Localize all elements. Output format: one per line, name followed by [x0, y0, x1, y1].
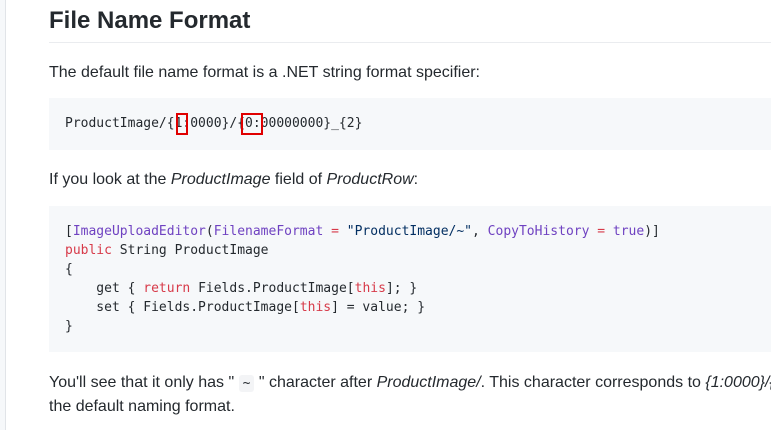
code-line-4: get { return Fields.ProductImage[this]; … [65, 279, 660, 298]
code-line-2: public String ProductImage [65, 241, 660, 260]
explanation-paragraph-line-1: You'll see that it only has " ~ " charac… [49, 371, 771, 396]
explanation-field-name: ProductImage/ [376, 374, 481, 391]
explanation-text: . This character corresponds to [480, 374, 706, 391]
code-token-keyword: this [299, 300, 332, 315]
code-token: set { Fields.ProductImage[ [65, 300, 300, 315]
explanation-text: " character after [254, 374, 377, 391]
csharp-code-block: [ImageUploadEditor(FilenameFormat = "Pro… [49, 206, 771, 352]
intro-paragraph: The default file name format is a .NET s… [49, 64, 480, 81]
highlight-box-colon-1 [176, 113, 188, 135]
field-name: ProductImage [170, 171, 271, 188]
code-line-6: } [65, 319, 73, 334]
code-token-keyword: this [354, 281, 386, 296]
document-page: File Name Format The default file name f… [5, 0, 771, 430]
field-reference-paragraph: If you look at the ProductImage field of… [49, 168, 418, 192]
code-line-5: set { Fields.ProductImage[this] = value;… [65, 298, 660, 317]
code-token-keyword: public [65, 243, 112, 258]
section-heading: File Name Format [49, 7, 251, 34]
highlight-box-colon-2 [241, 113, 263, 135]
code-token: , [472, 224, 488, 239]
code-line-3: { [65, 262, 73, 277]
csharp-code-lines: [ImageUploadEditor(FilenameFormat = "Pro… [65, 222, 660, 336]
code-token: String ProductImage [111, 243, 269, 258]
code-token: get { [65, 281, 144, 296]
field-text-middle: field of [270, 171, 327, 188]
format-code-block: ProductImage/{1:0000}/{0:00000000}_{2} [49, 98, 771, 150]
field-text-prefix: If you look at the [49, 171, 171, 188]
code-token: [ [65, 224, 73, 239]
code-token-property: FilenameFormat [213, 224, 324, 239]
code-line-1: [ImageUploadEditor(FilenameFormat = "Pro… [65, 222, 660, 241]
format-code-text: ProductImage/{1:0000}/{0:00000000}_{2} [65, 116, 363, 131]
code-token-keyword: return [143, 281, 191, 296]
code-token: Fields.ProductImage[ [190, 281, 355, 296]
code-token-attribute: ImageUploadEditor [72, 224, 206, 239]
code-token-operator: = [323, 224, 347, 239]
code-token: ] = value; } [331, 300, 426, 315]
explanation-format: {1:0000}/{0: [705, 374, 771, 391]
heading-divider [49, 42, 771, 43]
code-token-property: CopyToHistory [487, 224, 590, 239]
code-token-operator: = [589, 224, 613, 239]
code-token: ]; } [385, 281, 418, 296]
explanation-text: You'll see that it only has " [49, 374, 239, 391]
field-text-suffix: : [413, 171, 419, 188]
row-name: ProductRow [326, 171, 414, 188]
tilde-inline-code: ~ [238, 375, 255, 392]
code-token: )] [644, 224, 660, 239]
explanation-paragraph-line-2: the default naming format. [49, 398, 235, 415]
code-token: ( [205, 224, 214, 239]
code-token-string: "ProductImage/~" [346, 224, 473, 239]
code-token-boolean: true [612, 224, 645, 239]
